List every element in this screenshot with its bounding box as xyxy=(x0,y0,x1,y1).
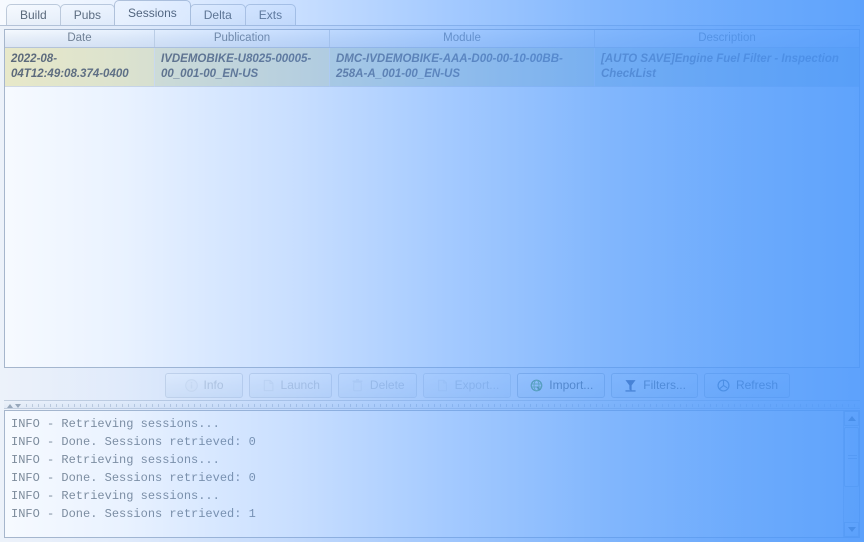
button-label: Delete xyxy=(369,378,405,392)
scroll-down-arrow-icon xyxy=(847,527,856,532)
button-label: Launch xyxy=(280,378,320,392)
tab-sessions[interactable]: Sessions xyxy=(114,0,191,25)
import-button[interactable]: Import... xyxy=(517,372,606,398)
log-text-area[interactable]: INFO - Retrieving sessions... INFO - Done… xyxy=(5,411,843,537)
funnel-icon xyxy=(625,379,636,392)
scrollbar-thumb[interactable] xyxy=(844,427,859,487)
refresh-icon xyxy=(717,378,730,392)
scroll-up-arrow-icon xyxy=(847,416,856,421)
splitter-down-arrow-icon[interactable] xyxy=(15,403,21,408)
cell-module[interactable]: DMC-IVDEMOBIKE-AAA-D00-00-10-00BB-258A-A… xyxy=(330,48,595,87)
launch-icon xyxy=(263,379,273,391)
splitter-collapse-arrows[interactable] xyxy=(7,401,21,410)
info-icon xyxy=(184,378,198,392)
action-button-bar: Info Launch Delete Export... Import... Filter… xyxy=(4,370,860,400)
column-header-date[interactable]: Date xyxy=(5,30,155,47)
import-icon xyxy=(530,379,543,391)
export-icon xyxy=(437,379,447,391)
export-button: Export... xyxy=(422,372,512,398)
scroll-up-button[interactable] xyxy=(844,411,859,426)
log-vertical-scrollbar[interactable] xyxy=(843,411,859,537)
button-label: Import... xyxy=(549,378,594,392)
tab-pubs[interactable]: Pubs xyxy=(59,4,116,25)
log-line: INFO - Done. Sessions retrieved: 1 xyxy=(11,507,256,521)
button-label: Filters... xyxy=(643,378,686,392)
table-header-row: Date Publication Module Description xyxy=(5,30,859,48)
cell-publication[interactable]: IVDEMOBIKE-U8025-00005-00_001-00_EN-US xyxy=(155,48,330,87)
splitter-grip-dots xyxy=(26,404,856,407)
tab-delta[interactable]: Delta xyxy=(189,4,246,25)
trash-icon xyxy=(352,378,363,391)
log-line: INFO - Retrieving sessions... xyxy=(11,417,220,431)
table-body: 2022-08-04T12:49:08.374-0400 IVDEMOBIKE-U… xyxy=(5,48,859,87)
button-label: Export... xyxy=(454,378,500,392)
log-line: INFO - Retrieving sessions... xyxy=(11,453,220,467)
filters-button[interactable]: Filters... xyxy=(611,372,698,398)
refresh-button[interactable]: Refresh xyxy=(703,372,790,398)
log-output-panel: INFO - Retrieving sessions... INFO - Done… xyxy=(4,410,860,538)
cell-description[interactable]: [AUTO SAVE]Engine Fuel Filter - Inspecti… xyxy=(595,48,859,87)
tab-build[interactable]: Build xyxy=(6,4,61,25)
column-header-publication[interactable]: Publication xyxy=(155,30,330,47)
log-line: INFO - Retrieving sessions... xyxy=(11,489,220,503)
table-row[interactable]: 2022-08-04T12:49:08.374-0400 IVDEMOBIKE-U… xyxy=(5,48,859,87)
split-pane-divider[interactable] xyxy=(4,400,860,409)
button-label: Refresh xyxy=(735,378,778,392)
application-window: Build Pubs Sessions Delta Exts Date Publicati… xyxy=(0,0,864,542)
scroll-down-button[interactable] xyxy=(844,522,859,537)
scrollbar-thumb-grip xyxy=(848,455,857,460)
log-line: INFO - Done. Sessions retrieved: 0 xyxy=(11,471,256,485)
tab-bar: Build Pubs Sessions Delta Exts xyxy=(0,0,864,26)
launch-button: Launch xyxy=(248,372,332,398)
tab-exts[interactable]: Exts xyxy=(244,4,297,25)
column-header-module[interactable]: Module xyxy=(330,30,595,47)
splitter-up-arrow-icon[interactable] xyxy=(7,403,13,408)
info-button: Info xyxy=(164,372,243,398)
sessions-table-panel: Date Publication Module Description 2022-08… xyxy=(4,29,860,368)
cell-date[interactable]: 2022-08-04T12:49:08.374-0400 xyxy=(5,48,155,87)
button-label: Info xyxy=(203,378,224,392)
log-line: INFO - Done. Sessions retrieved: 0 xyxy=(11,435,256,449)
delete-button: Delete xyxy=(337,372,417,398)
column-header-description[interactable]: Description xyxy=(595,30,859,47)
window-right-edge xyxy=(860,0,864,542)
